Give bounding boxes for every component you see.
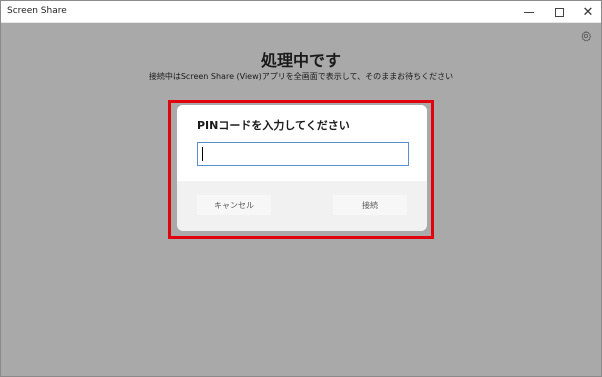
dialog-body: PINコードを入力してください bbox=[177, 105, 427, 181]
maximize-button[interactable] bbox=[544, 1, 574, 23]
cancel-button[interactable]: キャンセル bbox=[197, 195, 271, 215]
gear-icon[interactable] bbox=[580, 30, 592, 42]
page-title: 処理中です bbox=[260, 51, 341, 70]
close-button[interactable]: ✕ bbox=[573, 1, 602, 23]
minimize-button[interactable] bbox=[514, 1, 544, 23]
pin-input[interactable] bbox=[197, 142, 409, 166]
title-bar: Screen Share ✕ bbox=[1, 1, 601, 23]
minimize-icon bbox=[524, 11, 534, 13]
connect-button[interactable]: 接続 bbox=[333, 195, 407, 215]
close-icon: ✕ bbox=[582, 4, 594, 20]
text-caret bbox=[202, 147, 203, 161]
dialog-title: PINコードを入力してください bbox=[197, 119, 350, 132]
pin-dialog: PINコードを入力してください キャンセル 接続 bbox=[177, 105, 427, 231]
window-title: Screen Share bbox=[7, 6, 67, 16]
page-subtitle: 接続中はScreen Share (View)アプリを全画面で表示して、そのまま… bbox=[148, 72, 454, 81]
app-window: Screen Share ✕ 処理中です 接続中はScreen Share (V… bbox=[0, 0, 602, 377]
maximize-icon bbox=[554, 7, 564, 17]
